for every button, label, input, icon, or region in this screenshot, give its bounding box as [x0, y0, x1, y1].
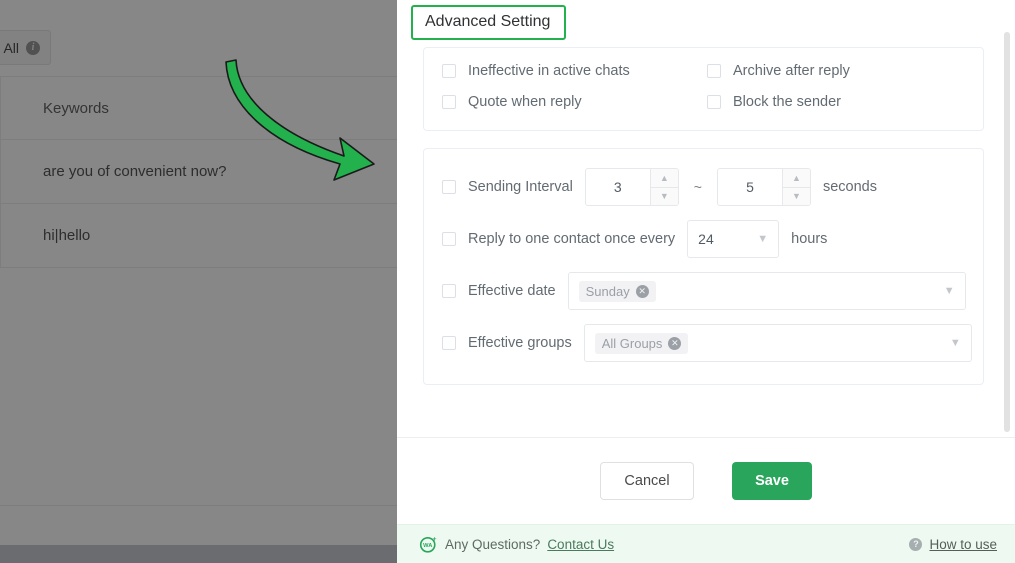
tag-label: Sunday	[585, 283, 630, 299]
tag-effective-groups[interactable]: All Groups ✕	[594, 332, 689, 354]
checkbox-archive-after-reply[interactable]: Archive after reply	[707, 63, 983, 79]
reply-interval-value: 24	[698, 231, 714, 247]
label-effective-groups: Effective groups	[468, 335, 572, 351]
save-button[interactable]: Save	[732, 462, 812, 500]
sending-interval-from-stepper[interactable]: 3 ▲ ▼	[584, 168, 679, 206]
scrollbar-thumb[interactable]	[1004, 32, 1010, 432]
contact-us-link[interactable]: Contact Us	[547, 537, 614, 552]
row-reply-once-every: Reply to one contact once every 24 ▼ hou…	[442, 220, 983, 258]
label-effective-date: Effective date	[468, 283, 556, 299]
any-questions-text: Any Questions?	[445, 536, 541, 552]
chevron-down-icon[interactable]: ▼	[757, 233, 768, 245]
stepper-up-icon[interactable]: ▲	[782, 169, 810, 188]
row-effective-groups: Effective groups All Groups ✕ ▼	[442, 324, 983, 362]
row-sending-interval: Sending Interval 3 ▲ ▼ ~ 5 ▲ ▼ seconds	[442, 168, 983, 206]
tag-remove-icon[interactable]: ✕	[635, 284, 649, 298]
checkbox-label: Ineffective in active chats	[468, 63, 630, 79]
unit-seconds: seconds	[822, 179, 877, 195]
annotation-arrow-icon	[225, 59, 375, 181]
checkbox-effective-date[interactable]	[442, 284, 456, 298]
advanced-setting-dialog: Advanced Setting Ineffective in active c…	[397, 0, 1015, 563]
dialog-body: Advanced Setting Ineffective in active c…	[397, 0, 1015, 437]
checkbox-icon[interactable]	[442, 95, 456, 109]
checkbox-label: Quote when reply	[468, 94, 582, 110]
reply-interval-select[interactable]: 24 ▼	[687, 220, 780, 258]
row-effective-date: Effective date Sunday ✕ ▼	[442, 272, 983, 310]
dialog-title-highlight: Advanced Setting	[411, 5, 567, 40]
tag-effective-date[interactable]: Sunday ✕	[578, 280, 656, 302]
tag-label: All Groups	[601, 335, 663, 351]
checkbox-icon[interactable]	[442, 64, 456, 78]
sending-interval-from-value[interactable]: 3	[586, 169, 650, 205]
stepper-down-icon[interactable]: ▼	[651, 188, 678, 206]
checkbox-quote-when-reply[interactable]: Quote when reply	[442, 94, 707, 110]
checkbox-icon[interactable]	[707, 95, 721, 109]
page-title: Advanced Setting	[425, 13, 551, 30]
checkbox-block-the-sender[interactable]: Block the sender	[707, 94, 983, 110]
svg-text:WA: WA	[423, 542, 432, 548]
checkbox-icon[interactable]	[707, 64, 721, 78]
checkbox-ineffective-in-active-chats[interactable]: Ineffective in active chats	[442, 63, 707, 79]
sending-interval-to-value[interactable]: 5	[718, 169, 782, 205]
dialog-actions: Cancel Save	[397, 438, 1015, 524]
stepper-up-icon[interactable]: ▲	[650, 169, 678, 188]
dialog-scrollbar[interactable]	[1004, 32, 1010, 432]
checkbox-effective-groups[interactable]	[442, 336, 456, 350]
label-sending-interval: Sending Interval	[468, 179, 573, 195]
sending-interval-to-stepper[interactable]: 5 ▲ ▼	[716, 168, 811, 206]
unit-hours: hours	[791, 231, 828, 247]
timing-panel: Sending Interval 3 ▲ ▼ ~ 5 ▲ ▼ seconds R…	[423, 148, 984, 385]
cancel-button[interactable]: Cancel	[600, 462, 694, 500]
options-panel: Ineffective in active chats Archive afte…	[423, 47, 984, 131]
tag-remove-icon[interactable]: ✕	[668, 336, 682, 350]
range-separator: ~	[693, 179, 702, 195]
label-reply-once-every: Reply to one contact once every	[468, 231, 676, 247]
chevron-down-icon[interactable]: ▼	[950, 337, 961, 349]
how-to-use-link[interactable]: How to use	[929, 537, 997, 552]
checkbox-sending-interval[interactable]	[442, 180, 456, 194]
stepper-down-icon[interactable]: ▼	[783, 188, 810, 206]
wa-plus-logo-icon: WA +	[419, 535, 437, 553]
question-mark-icon[interactable]: ?	[909, 537, 923, 551]
help-footer: WA + Any Questions? Contact Us ? How to …	[397, 524, 1015, 563]
checkbox-label: Block the sender	[733, 94, 842, 110]
dialog-title-wrap: Advanced Setting	[411, 5, 567, 40]
chevron-down-icon[interactable]: ▼	[944, 285, 955, 297]
screen: All i Keywords are you of convenient now…	[0, 0, 1015, 563]
svg-text:+: +	[433, 535, 437, 542]
effective-date-select[interactable]: Sunday ✕ ▼	[567, 272, 966, 310]
checkbox-reply-once-every[interactable]	[442, 232, 456, 246]
checkbox-label: Archive after reply	[733, 63, 850, 79]
effective-groups-select[interactable]: All Groups ✕ ▼	[583, 324, 972, 362]
